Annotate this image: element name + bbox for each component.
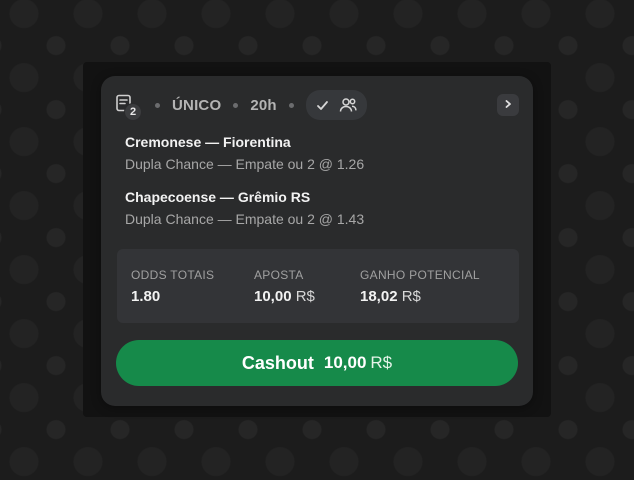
payout-currency: R$ — [401, 288, 421, 305]
stake-label: APOSTA — [254, 268, 304, 282]
selection-match: Cremonese — Fiorentina — [125, 134, 291, 150]
stake: APOSTA 10,00 R$ — [254, 268, 315, 305]
time-label: 20h — [250, 96, 277, 114]
bet-card: 2 ÚNICO 20h Cremonese — Fiorentina Dupla… — [101, 76, 533, 406]
cashout-button[interactable]: Cashout 10,00 R$ — [116, 340, 518, 386]
odds-total-label: ODDS TOTAIS — [131, 268, 215, 282]
bet-slip-icon: 2 — [115, 94, 142, 121]
bet-header: 2 ÚNICO 20h — [115, 90, 519, 121]
selection-market: Dupla Chance — Empate ou 2 @ 1.43 — [125, 211, 365, 227]
stake-amount: 10,00 — [254, 288, 292, 305]
bet-type-label: ÚNICO — [172, 96, 222, 114]
cashout-currency: R$ — [370, 353, 393, 372]
payout-amount: 18,02 — [360, 288, 398, 305]
cashout-label: Cashout — [241, 352, 314, 373]
stake-value: 10,00 R$ — [254, 288, 315, 305]
separator-dot — [155, 102, 160, 108]
potential-payout: GANHO POTENCIAL 18,02 R$ — [360, 268, 480, 305]
selection-item: Cremonese — Fiorentina Dupla Chance — Em… — [125, 134, 364, 172]
selection-item: Chapecoense — Grêmio RS Dupla Chance — E… — [125, 189, 364, 227]
cashout-amount: 10,00 — [323, 353, 367, 372]
bet-count-badge: 2 — [124, 103, 142, 121]
odds-total: ODDS TOTAIS 1.80 — [131, 268, 214, 305]
check-icon — [316, 99, 329, 112]
payout-label: GANHO POTENCIAL — [360, 268, 480, 282]
payout-value: 18,02 R$ — [360, 288, 480, 305]
chevron-right-icon — [503, 96, 513, 114]
separator-dot — [288, 102, 294, 108]
shared-status-pill[interactable] — [305, 90, 367, 120]
separator-dot — [233, 102, 239, 108]
selection-match: Chapecoense — Grêmio RS — [125, 189, 311, 205]
expand-button[interactable] — [497, 94, 519, 116]
odds-total-value: 1.80 — [131, 288, 161, 305]
users-icon — [339, 97, 357, 113]
selection-market: Dupla Chance — Empate ou 2 @ 1.26 — [125, 156, 365, 172]
stake-currency: R$ — [295, 288, 315, 305]
bet-summary: ODDS TOTAIS 1.80 APOSTA 10,00 R$ GANHO P… — [117, 249, 519, 323]
